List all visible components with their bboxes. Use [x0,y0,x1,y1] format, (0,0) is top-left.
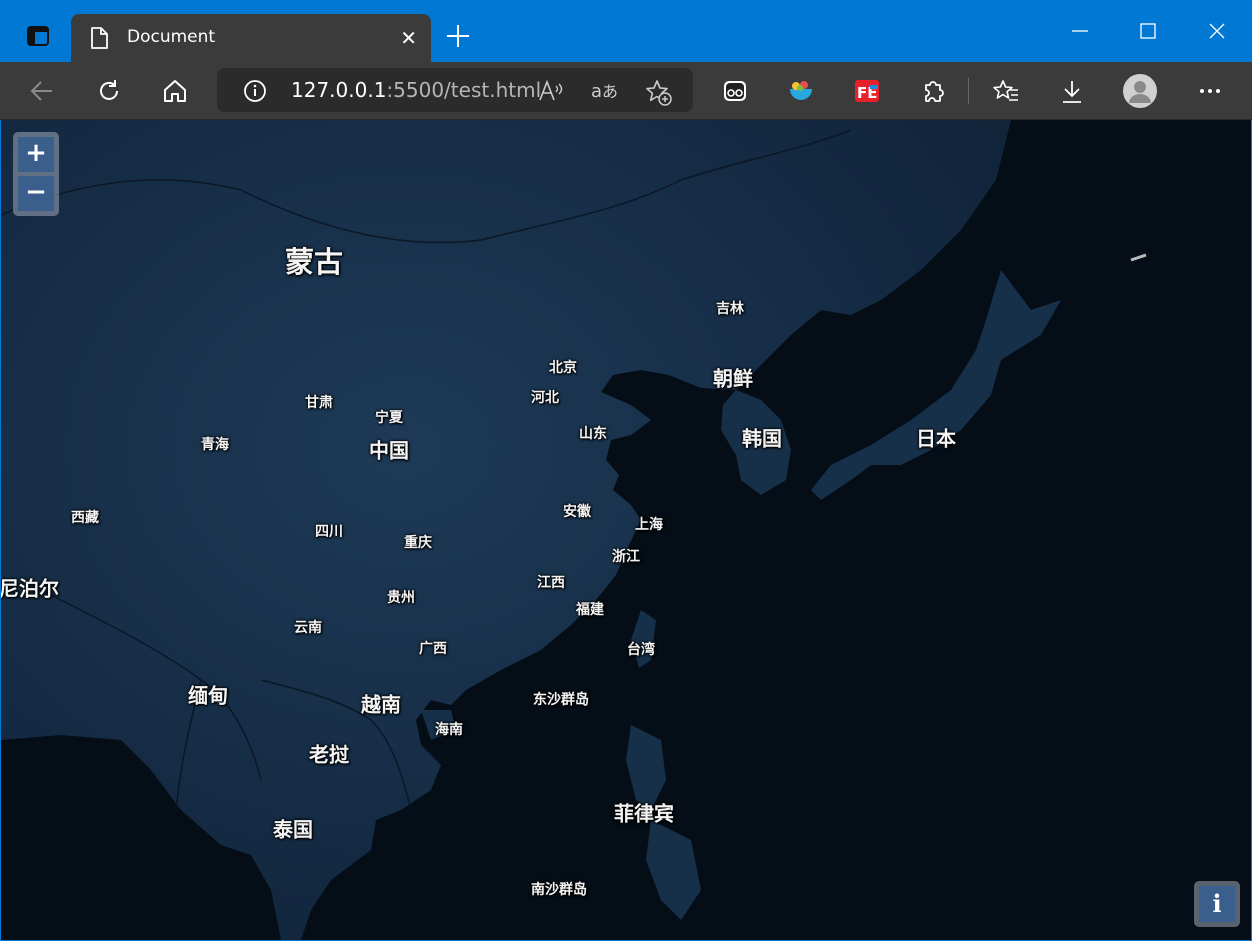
zoom-in-button[interactable]: + [18,137,54,172]
map-label: 云南 [294,620,322,636]
tab-title: Document [127,27,216,47]
map-label: 中国 [369,438,409,463]
map-label: 菲律宾 [614,801,674,826]
more-menu-icon[interactable] [1192,74,1228,108]
info-control: i [1194,881,1240,927]
map-label: 甘肃 [305,395,333,411]
browser-tab[interactable]: Document ✕ [71,14,431,62]
map-label: 贵州 [387,590,415,606]
map-view[interactable]: 蒙古吉林北京 朝鲜河北 甘肃宁夏山东 韩国 日本 青海 中国西藏 安徽上海 四川重庆浙江尼泊尔 江… [1,120,1251,940]
map-label: 台湾 [627,642,655,658]
zoom-control: + − [13,132,59,216]
map-label: 广西 [419,641,447,657]
downloads-icon[interactable] [1054,74,1090,108]
back-icon[interactable] [24,74,60,108]
toolbar-separator [968,78,969,104]
svg-text:a: a [591,81,602,102]
map-label: 青海 [201,437,229,453]
refresh-icon[interactable] [91,74,127,108]
add-favorite-icon[interactable] [644,78,672,110]
zoom-out-button[interactable]: − [18,176,54,211]
map-label: 浙江 [612,549,640,565]
close-tab-icon[interactable]: ✕ [400,27,417,49]
address-bar[interactable]: 127.0.0.1:5500/test.html aあ [217,68,693,112]
map-label: 老挝 [309,742,349,767]
map-label: 重庆 [404,535,432,551]
map-label: 泰国 [273,817,313,842]
browser-toolbar: 127.0.0.1:5500/test.html aあ FE [0,62,1252,120]
map-label: 东沙群岛 [533,692,589,708]
map-label: 韩国 [742,426,782,451]
extensions-icon[interactable] [915,74,951,108]
site-info-icon[interactable] [243,79,267,107]
tab-actions-icon[interactable] [16,16,60,56]
extension-bowl-icon[interactable] [783,74,819,108]
map-label: 北京 [549,360,577,376]
map-label: 海南 [435,722,463,738]
map-label: 福建 [576,602,604,618]
url-text: 127.0.0.1:5500/test.html [291,78,542,102]
info-button[interactable]: i [1199,886,1235,922]
extension-owl-icon[interactable] [717,74,753,108]
map-label: 河北 [531,390,559,406]
map-label: 吉林 [716,301,744,317]
map-label: 西藏 [71,510,99,526]
map-label: 江西 [537,575,565,591]
read-aloud-icon[interactable] [537,78,565,108]
map-label: 安徽 [563,504,591,520]
new-tab-icon[interactable] [444,22,472,50]
map-label: 越南 [361,692,401,717]
map-label: 朝鲜 [713,366,753,391]
map-label: 南沙群岛 [531,882,587,898]
map-label: 缅甸 [188,683,228,708]
map-label: 上海 [635,517,663,533]
page-icon [89,26,109,54]
map-label: 宁夏 [375,410,403,426]
close-window-icon[interactable] [1194,14,1240,48]
profile-avatar-icon[interactable] [1122,74,1158,108]
map-label: 尼泊尔 [1,576,59,601]
map-label: 蒙古 [284,245,344,279]
minimize-icon[interactable] [1057,14,1103,48]
map-label: 日本 [916,426,956,451]
translate-icon[interactable]: aあ [590,78,620,108]
map-label: 四川 [315,524,343,540]
maximize-icon[interactable] [1125,14,1171,48]
map-label: 山东 [579,426,607,442]
extension-fe-icon[interactable]: FE [849,74,885,108]
svg-text:あ: あ [602,82,618,101]
title-bar: Document ✕ [0,0,1252,62]
favorites-icon[interactable] [988,74,1024,108]
home-icon[interactable] [157,74,193,108]
